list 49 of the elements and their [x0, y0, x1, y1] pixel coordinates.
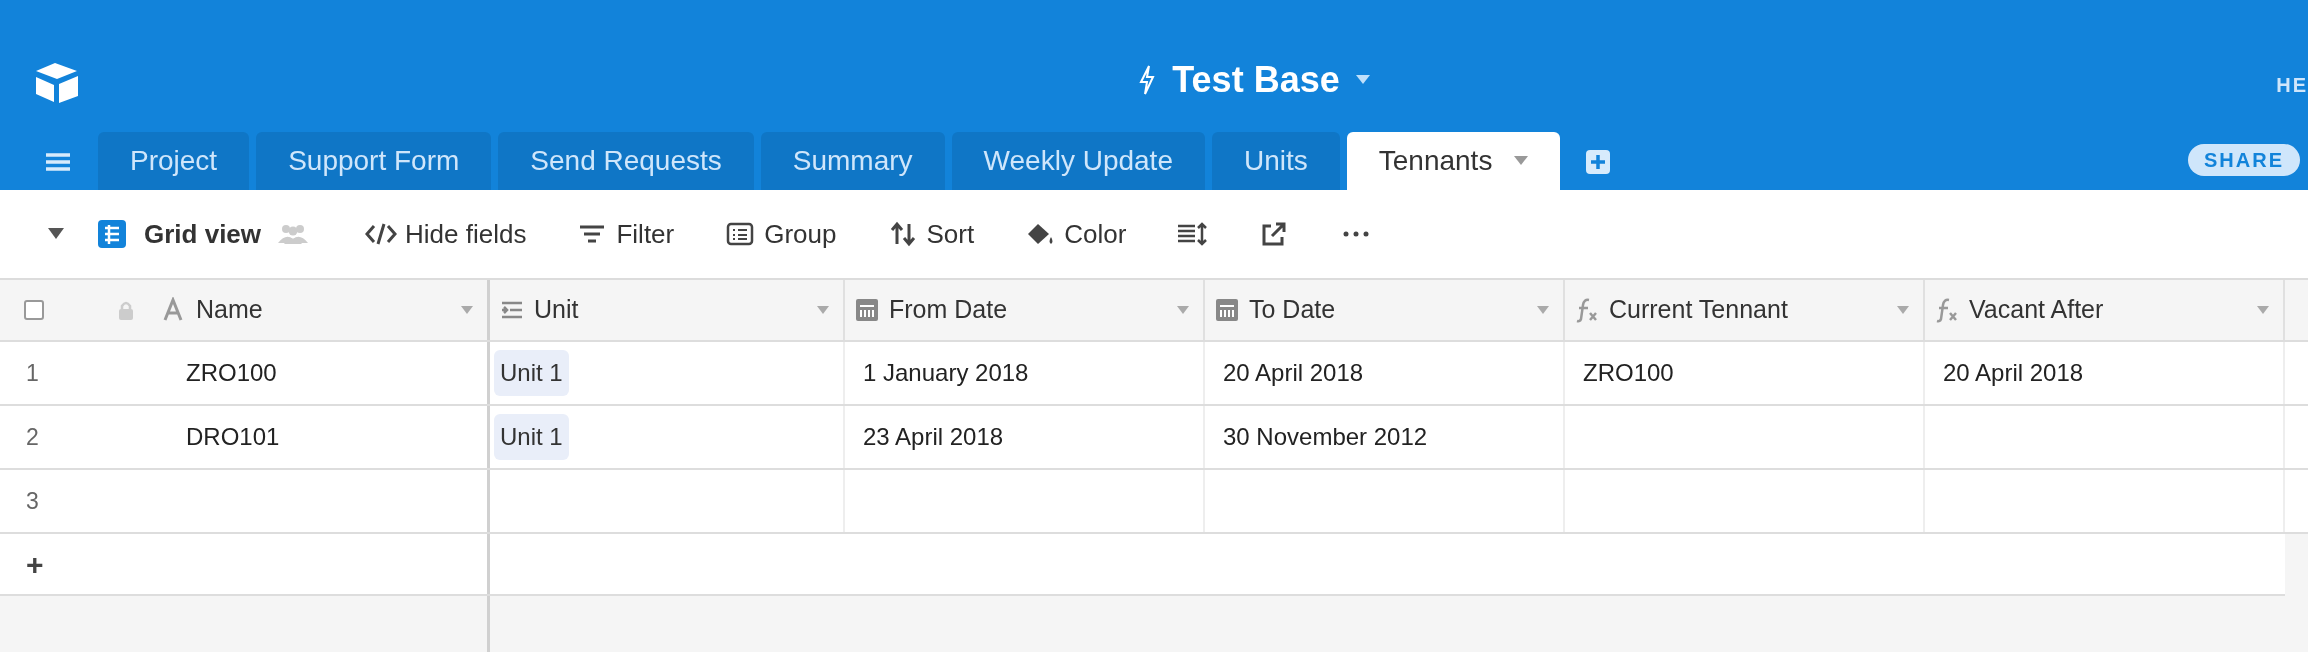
table-cell-text: ZRO100 — [186, 358, 277, 388]
table-tab[interactable]: Support Form — [256, 132, 492, 190]
toolbar-button[interactable]: Filter — [576, 214, 675, 254]
column-header[interactable]: To Date — [1249, 291, 1336, 329]
menu-icon[interactable] — [46, 152, 70, 172]
table-tab[interactable]: Send Requests — [498, 132, 754, 190]
base-title[interactable]: Test Base — [1172, 53, 1340, 107]
toolbar-button[interactable]: Group — [724, 214, 837, 254]
calendar-icon — [1215, 297, 1239, 323]
formula-icon — [1575, 297, 1599, 323]
toolbar-button[interactable]: Hide fields — [365, 214, 527, 254]
logo-icon[interactable] — [34, 62, 80, 104]
table-cell-text: DRO101 — [186, 422, 280, 452]
hide-fields-icon — [365, 221, 398, 247]
table-tab[interactable]: Project — [98, 132, 250, 190]
table-tab[interactable]: Units — [1211, 132, 1340, 190]
table-cell-text: 30 November 2012 — [1223, 422, 1428, 452]
table-cell-text: 20 April 2018 — [1223, 358, 1364, 388]
toolbar-button[interactable]: Sort — [886, 214, 975, 254]
table-cell-text: 20 April 2018 — [1943, 358, 2084, 388]
column-header[interactable]: Current Tennant — [1609, 291, 1788, 329]
add-row-button[interactable]: + — [26, 541, 44, 587]
lock-icon — [118, 300, 134, 320]
column-header[interactable]: Vacant After — [1969, 291, 2104, 329]
linked-record-chip[interactable]: Unit 1 — [494, 350, 569, 396]
toolbar-button[interactable]: Color — [1024, 214, 1127, 254]
table-tab[interactable]: Summary — [760, 132, 945, 190]
column-header[interactable]: Unit — [534, 291, 579, 329]
lightning-icon — [1138, 65, 1157, 95]
select-all-checkbox[interactable] — [24, 300, 44, 320]
row-number: 2 — [26, 422, 40, 452]
caret-icon[interactable] — [48, 228, 64, 240]
people-icon — [277, 223, 310, 245]
table-tab[interactable]: Weekly Update — [951, 132, 1205, 190]
column-header[interactable]: From Date — [889, 291, 1008, 329]
row-number: 1 — [26, 358, 40, 388]
column-header[interactable]: Name — [196, 291, 263, 329]
linked-record-chip[interactable]: Unit 1 — [494, 414, 569, 460]
table-tab[interactable]: Tennants — [1346, 132, 1561, 190]
grid-view-icon — [98, 220, 126, 248]
row-height-icon[interactable] — [1176, 221, 1209, 247]
table-cell-text: 23 April 2018 — [863, 422, 1004, 452]
add-table-icon[interactable] — [1586, 150, 1611, 174]
row-number: 3 — [26, 486, 40, 516]
table-cell-text: 1 January 2018 — [863, 358, 1029, 388]
table-cell-text: ZRO100 — [1583, 358, 1674, 388]
calendar-icon — [855, 297, 879, 323]
view-name[interactable]: Grid view — [144, 214, 262, 254]
formula-icon — [1935, 297, 1959, 323]
